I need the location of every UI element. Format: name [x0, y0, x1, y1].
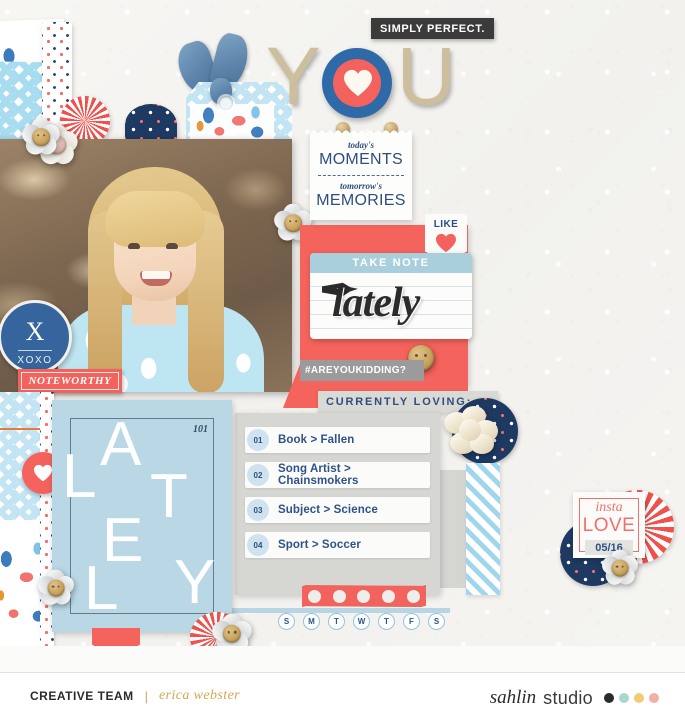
designer-name: erica webster [159, 688, 241, 703]
xoxo-sublabel: XOXO [17, 355, 53, 366]
memories-eyebrow: tomorrow's [339, 180, 382, 191]
list-item[interactable]: 04 Sport > Soccer [245, 532, 430, 558]
photo-eye-left [128, 243, 140, 249]
love-word: LOVE [582, 515, 636, 536]
list-item-label: Sport > Soccer [278, 539, 361, 551]
insta-word: insta [595, 500, 623, 515]
tape-hole [407, 589, 421, 603]
list-item-number: 04 [247, 534, 269, 556]
brand-block: sahlin studio [490, 687, 659, 709]
brand-dot-1 [604, 693, 614, 703]
brand-dots [604, 693, 659, 703]
list-item[interactable]: 02 Song Artist > Chainsmokers [245, 462, 430, 488]
photo-hair-front [105, 191, 205, 247]
list-item-number: 03 [247, 499, 269, 521]
heart-icon [34, 464, 52, 482]
flower-embellishment [599, 548, 641, 589]
big-letter-t: T [150, 462, 188, 531]
tape-hole [357, 589, 371, 603]
tape-hole [332, 589, 346, 603]
hashtag-strip: #AREYOUKIDDING? [300, 360, 424, 381]
tape-hole [307, 589, 321, 603]
tape-hole [382, 589, 396, 603]
scrapbook-page: YU SIMPLY PERFECT. X XOXO NOTEWORTHY tod… [0, 0, 685, 720]
diagonal-stripe-strip [466, 463, 500, 595]
brand-plain-word: studio [543, 687, 593, 708]
button-icon [611, 559, 629, 577]
moments-headline: MOMENTS [319, 151, 403, 168]
flower-embellishment [35, 568, 77, 609]
lately-script-word: lately [332, 280, 420, 326]
day-circle-wednesday[interactable]: W [353, 613, 370, 630]
day-circle-monday[interactable]: M [303, 613, 320, 630]
list-item-label: Song Artist > Chainsmokers [278, 463, 359, 487]
brand-script-word: sahlin [489, 687, 537, 708]
day-circle-friday[interactable]: F [403, 613, 420, 630]
big-letter-l1: L [62, 442, 97, 511]
hashtag-text: #AREYOUKIDDING? [305, 365, 407, 376]
list-item-label: Subject > Science [278, 504, 378, 516]
credit-block: CREATIVE TEAM | erica webster [30, 688, 240, 704]
heart-icon [344, 69, 372, 97]
brand-dot-2 [619, 693, 629, 703]
fabric-rose-embellishment [442, 404, 500, 458]
title-letter-y: Y [266, 31, 323, 122]
status-badge: SIMPLY PERFECT. [371, 18, 494, 39]
noteworthy-text: NOTEWORTHY [28, 375, 112, 387]
page-footer: CREATIVE TEAM | erica webster sahlin stu… [0, 672, 685, 720]
day-circle-tuesday[interactable]: T [328, 613, 345, 630]
moments-memories-card: today's MOMENTS tomorrow's MEMORIES [310, 130, 412, 220]
list-item[interactable]: 03 Subject > Science [245, 497, 430, 523]
credit-separator: | [144, 688, 149, 704]
day-circle-thursday[interactable]: T [378, 613, 395, 630]
flower-embellishment [19, 116, 63, 159]
button-icon [47, 579, 65, 597]
brand-dot-3 [634, 693, 644, 703]
xoxo-letter: X [25, 317, 45, 346]
favorites-panel: 01 Book > Fallen 02 Song Artist > Chains… [235, 413, 440, 595]
list-item-label: Book > Fallen [278, 434, 355, 446]
layout-canvas: YU SIMPLY PERFECT. X XOXO NOTEWORTHY tod… [0, 0, 685, 672]
days-of-week-strip: S M T W T F S [278, 613, 445, 630]
noteworthy-label: NOTEWORTHY [18, 369, 122, 393]
xoxo-badge: X XOXO [0, 300, 72, 374]
washi-tape [302, 585, 426, 607]
card-divider [318, 174, 404, 176]
moments-eyebrow: today's [348, 140, 374, 150]
bottom-paper-strip [0, 646, 685, 672]
tag-floral-accent [190, 104, 274, 142]
photo-teeth [142, 271, 170, 279]
take-note-card: TAKE NOTE lately [310, 253, 472, 339]
brand-dot-4 [649, 693, 659, 703]
list-item[interactable]: 01 Book > Fallen [245, 427, 430, 453]
list-item-number: 02 [247, 464, 269, 486]
take-note-header: TAKE NOTE [310, 253, 472, 273]
memories-headline: MEMORIES [316, 191, 406, 209]
big-letter-l2: L [84, 554, 119, 623]
like-label: LIKE [433, 219, 459, 230]
day-circle-sunday[interactable]: S [278, 613, 295, 630]
heart-icon [436, 233, 456, 253]
xoxo-divider [18, 350, 52, 351]
button-icon [32, 128, 50, 146]
lately-letter-block: 101 L A T E L Y [52, 400, 232, 632]
title-letter-u: U [396, 31, 458, 122]
block-number: 101 [193, 424, 208, 435]
favorites-list: 01 Book > Fallen 02 Song Artist > Chains… [245, 427, 430, 567]
tag-eyelet-hole [219, 96, 233, 110]
big-letter-a: A [100, 410, 142, 479]
day-circle-saturday[interactable]: S [428, 613, 445, 630]
credit-label: CREATIVE TEAM [30, 689, 134, 703]
list-item-number: 01 [247, 429, 269, 451]
photo-eye-right [166, 243, 178, 249]
big-letter-y: Y [174, 548, 216, 617]
